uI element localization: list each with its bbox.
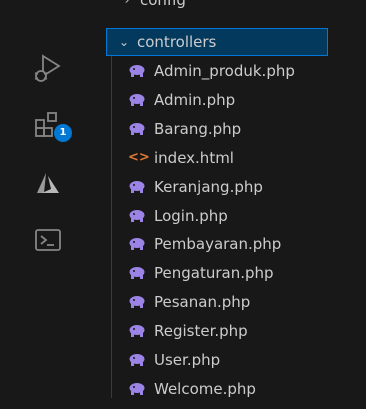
file-label: Admin.php — [154, 90, 236, 109]
file-row[interactable]: Admin_produk.php — [0, 57, 295, 85]
php-elephant-icon — [128, 93, 146, 107]
file-row[interactable]: <> index.html — [0, 144, 268, 172]
file-label: Barang.php — [154, 119, 242, 138]
chevron-right-icon: › — [124, 0, 130, 7]
file-label: Keranjang.php — [154, 177, 263, 196]
file-label: User.php — [154, 351, 221, 369]
php-elephant-icon — [128, 64, 146, 78]
php-elephant-icon — [128, 209, 146, 223]
file-row[interactable]: Pengaturan.php — [0, 259, 274, 287]
file-row[interactable]: Pesanan.php — [0, 288, 268, 316]
file-row[interactable]: Admin.php — [0, 86, 268, 114]
chevron-down-icon: ⌄ — [118, 35, 130, 49]
folder-row-config[interactable]: › config — [0, 0, 268, 14]
file-label: Login.php — [154, 206, 228, 225]
html-icon: <> — [128, 150, 150, 166]
file-row[interactable]: Pembayaran.php — [0, 230, 281, 258]
file-label: Pembayaran.php — [154, 235, 282, 254]
php-elephant-icon — [128, 237, 146, 251]
file-label: index.html — [154, 148, 234, 167]
php-elephant-icon — [128, 180, 146, 194]
file-row[interactable]: Register.php — [0, 317, 268, 345]
php-elephant-icon — [128, 266, 146, 280]
php-elephant-icon — [128, 122, 146, 136]
php-elephant-icon — [128, 324, 146, 338]
file-label: Admin_produk.php — [154, 62, 295, 80]
php-elephant-icon — [128, 353, 146, 367]
file-row[interactable]: Login.php — [0, 202, 268, 230]
file-row[interactable]: Welcome.php — [0, 375, 268, 403]
file-label: Register.php — [154, 322, 248, 341]
file-row[interactable]: Barang.php — [0, 115, 268, 143]
php-elephant-icon — [128, 295, 146, 309]
file-row[interactable]: User.php — [0, 346, 268, 374]
folder-row-controllers[interactable]: ⌄ controllers — [106, 28, 328, 56]
folder-label: controllers — [137, 33, 217, 51]
file-row[interactable]: Keranjang.php — [0, 173, 268, 201]
folder-label: config — [140, 0, 186, 9]
file-label: Pesanan.php — [154, 293, 251, 312]
vscode-window: 1 › config ⌄ controllers Admin_produk.ph… — [0, 0, 366, 409]
file-label: Pengaturan.php — [154, 264, 274, 283]
php-elephant-icon — [128, 382, 146, 396]
file-label: Welcome.php — [154, 379, 256, 398]
